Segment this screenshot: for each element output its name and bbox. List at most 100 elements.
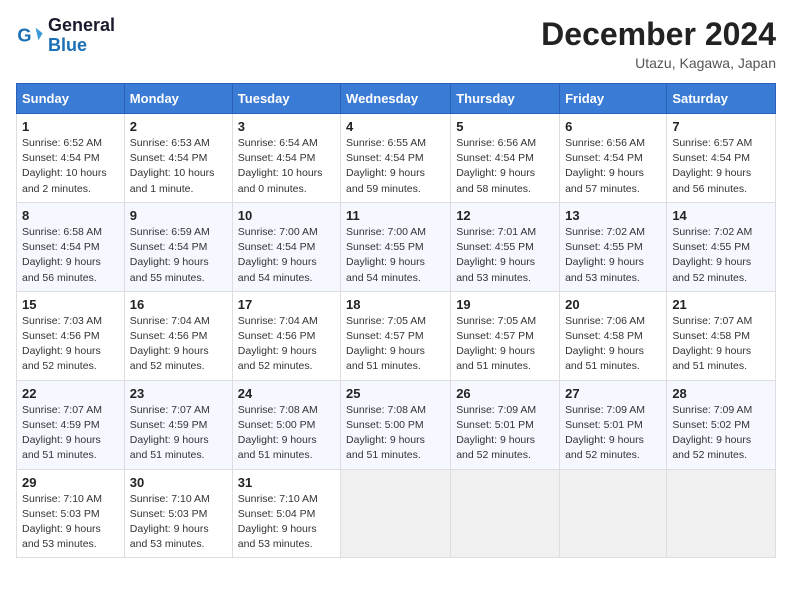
day-cell	[451, 469, 560, 558]
day-info: Sunrise: 7:02 AMSunset: 4:55 PMDaylight:…	[565, 226, 645, 284]
day-number: 16	[130, 297, 227, 312]
day-cell: 14 Sunrise: 7:02 AMSunset: 4:55 PMDaylig…	[667, 202, 776, 291]
day-cell: 30 Sunrise: 7:10 AMSunset: 5:03 PMDaylig…	[124, 469, 232, 558]
day-info: Sunrise: 7:03 AMSunset: 4:56 PMDaylight:…	[22, 315, 102, 373]
week-row-2: 8 Sunrise: 6:58 AMSunset: 4:54 PMDayligh…	[17, 202, 776, 291]
week-row-3: 15 Sunrise: 7:03 AMSunset: 4:56 PMDaylig…	[17, 291, 776, 380]
day-number: 18	[346, 297, 445, 312]
day-cell: 7 Sunrise: 6:57 AMSunset: 4:54 PMDayligh…	[667, 114, 776, 203]
day-number: 20	[565, 297, 661, 312]
day-cell: 21 Sunrise: 7:07 AMSunset: 4:58 PMDaylig…	[667, 291, 776, 380]
title-block: December 2024 Utazu, Kagawa, Japan	[541, 16, 776, 71]
day-info: Sunrise: 7:05 AMSunset: 4:57 PMDaylight:…	[456, 315, 536, 373]
day-cell: 8 Sunrise: 6:58 AMSunset: 4:54 PMDayligh…	[17, 202, 125, 291]
day-cell: 29 Sunrise: 7:10 AMSunset: 5:03 PMDaylig…	[17, 469, 125, 558]
day-number: 24	[238, 386, 335, 401]
day-number: 2	[130, 119, 227, 134]
day-number: 17	[238, 297, 335, 312]
column-header-wednesday: Wednesday	[341, 84, 451, 114]
day-info: Sunrise: 6:53 AMSunset: 4:54 PMDaylight:…	[130, 137, 215, 195]
day-number: 10	[238, 208, 335, 223]
day-info: Sunrise: 7:10 AMSunset: 5:03 PMDaylight:…	[22, 493, 102, 551]
day-number: 19	[456, 297, 554, 312]
location: Utazu, Kagawa, Japan	[541, 55, 776, 71]
logo-text: General Blue	[48, 16, 115, 56]
day-number: 3	[238, 119, 335, 134]
day-info: Sunrise: 7:09 AMSunset: 5:02 PMDaylight:…	[672, 404, 752, 462]
day-info: Sunrise: 7:09 AMSunset: 5:01 PMDaylight:…	[565, 404, 645, 462]
day-cell: 10 Sunrise: 7:00 AMSunset: 4:54 PMDaylig…	[232, 202, 340, 291]
day-cell	[667, 469, 776, 558]
page-header: G General Blue December 2024 Utazu, Kaga…	[16, 16, 776, 71]
logo: G General Blue	[16, 16, 115, 56]
day-info: Sunrise: 7:02 AMSunset: 4:55 PMDaylight:…	[672, 226, 752, 284]
day-info: Sunrise: 7:06 AMSunset: 4:58 PMDaylight:…	[565, 315, 645, 373]
day-info: Sunrise: 7:04 AMSunset: 4:56 PMDaylight:…	[238, 315, 318, 373]
day-number: 1	[22, 119, 119, 134]
day-number: 12	[456, 208, 554, 223]
day-cell: 3 Sunrise: 6:54 AMSunset: 4:54 PMDayligh…	[232, 114, 340, 203]
day-cell: 15 Sunrise: 7:03 AMSunset: 4:56 PMDaylig…	[17, 291, 125, 380]
day-cell: 18 Sunrise: 7:05 AMSunset: 4:57 PMDaylig…	[341, 291, 451, 380]
day-cell: 1 Sunrise: 6:52 AMSunset: 4:54 PMDayligh…	[17, 114, 125, 203]
day-cell: 17 Sunrise: 7:04 AMSunset: 4:56 PMDaylig…	[232, 291, 340, 380]
day-number: 14	[672, 208, 770, 223]
column-header-saturday: Saturday	[667, 84, 776, 114]
day-cell: 12 Sunrise: 7:01 AMSunset: 4:55 PMDaylig…	[451, 202, 560, 291]
column-header-thursday: Thursday	[451, 84, 560, 114]
day-number: 29	[22, 475, 119, 490]
day-info: Sunrise: 7:05 AMSunset: 4:57 PMDaylight:…	[346, 315, 426, 373]
day-cell: 11 Sunrise: 7:00 AMSunset: 4:55 PMDaylig…	[341, 202, 451, 291]
day-info: Sunrise: 7:10 AMSunset: 5:04 PMDaylight:…	[238, 493, 318, 551]
day-info: Sunrise: 7:00 AMSunset: 4:54 PMDaylight:…	[238, 226, 318, 284]
day-number: 15	[22, 297, 119, 312]
day-info: Sunrise: 7:08 AMSunset: 5:00 PMDaylight:…	[238, 404, 318, 462]
day-number: 11	[346, 208, 445, 223]
day-info: Sunrise: 6:59 AMSunset: 4:54 PMDaylight:…	[130, 226, 210, 284]
column-header-tuesday: Tuesday	[232, 84, 340, 114]
day-number: 13	[565, 208, 661, 223]
day-number: 30	[130, 475, 227, 490]
day-cell: 20 Sunrise: 7:06 AMSunset: 4:58 PMDaylig…	[560, 291, 667, 380]
day-info: Sunrise: 6:57 AMSunset: 4:54 PMDaylight:…	[672, 137, 752, 195]
day-info: Sunrise: 6:54 AMSunset: 4:54 PMDaylight:…	[238, 137, 323, 195]
day-number: 5	[456, 119, 554, 134]
day-number: 6	[565, 119, 661, 134]
day-info: Sunrise: 7:08 AMSunset: 5:00 PMDaylight:…	[346, 404, 426, 462]
day-cell: 23 Sunrise: 7:07 AMSunset: 4:59 PMDaylig…	[124, 380, 232, 469]
day-cell: 25 Sunrise: 7:08 AMSunset: 5:00 PMDaylig…	[341, 380, 451, 469]
day-number: 8	[22, 208, 119, 223]
day-cell: 31 Sunrise: 7:10 AMSunset: 5:04 PMDaylig…	[232, 469, 340, 558]
column-header-friday: Friday	[560, 84, 667, 114]
day-cell: 24 Sunrise: 7:08 AMSunset: 5:00 PMDaylig…	[232, 380, 340, 469]
day-cell: 22 Sunrise: 7:07 AMSunset: 4:59 PMDaylig…	[17, 380, 125, 469]
day-info: Sunrise: 7:01 AMSunset: 4:55 PMDaylight:…	[456, 226, 536, 284]
svg-text:G: G	[17, 25, 31, 45]
day-number: 4	[346, 119, 445, 134]
day-info: Sunrise: 7:07 AMSunset: 4:58 PMDaylight:…	[672, 315, 752, 373]
column-header-sunday: Sunday	[17, 84, 125, 114]
week-row-4: 22 Sunrise: 7:07 AMSunset: 4:59 PMDaylig…	[17, 380, 776, 469]
day-info: Sunrise: 7:10 AMSunset: 5:03 PMDaylight:…	[130, 493, 210, 551]
day-info: Sunrise: 6:58 AMSunset: 4:54 PMDaylight:…	[22, 226, 102, 284]
day-cell: 13 Sunrise: 7:02 AMSunset: 4:55 PMDaylig…	[560, 202, 667, 291]
week-row-1: 1 Sunrise: 6:52 AMSunset: 4:54 PMDayligh…	[17, 114, 776, 203]
day-number: 9	[130, 208, 227, 223]
day-info: Sunrise: 7:00 AMSunset: 4:55 PMDaylight:…	[346, 226, 426, 284]
day-number: 25	[346, 386, 445, 401]
day-info: Sunrise: 7:07 AMSunset: 4:59 PMDaylight:…	[130, 404, 210, 462]
day-number: 22	[22, 386, 119, 401]
day-info: Sunrise: 7:09 AMSunset: 5:01 PMDaylight:…	[456, 404, 536, 462]
day-cell	[560, 469, 667, 558]
calendar-header-row: SundayMondayTuesdayWednesdayThursdayFrid…	[17, 84, 776, 114]
day-info: Sunrise: 6:56 AMSunset: 4:54 PMDaylight:…	[565, 137, 645, 195]
day-number: 27	[565, 386, 661, 401]
day-cell: 2 Sunrise: 6:53 AMSunset: 4:54 PMDayligh…	[124, 114, 232, 203]
day-cell: 16 Sunrise: 7:04 AMSunset: 4:56 PMDaylig…	[124, 291, 232, 380]
day-number: 7	[672, 119, 770, 134]
month-title: December 2024	[541, 16, 776, 53]
day-info: Sunrise: 6:52 AMSunset: 4:54 PMDaylight:…	[22, 137, 107, 195]
day-cell: 5 Sunrise: 6:56 AMSunset: 4:54 PMDayligh…	[451, 114, 560, 203]
day-number: 26	[456, 386, 554, 401]
day-cell: 27 Sunrise: 7:09 AMSunset: 5:01 PMDaylig…	[560, 380, 667, 469]
